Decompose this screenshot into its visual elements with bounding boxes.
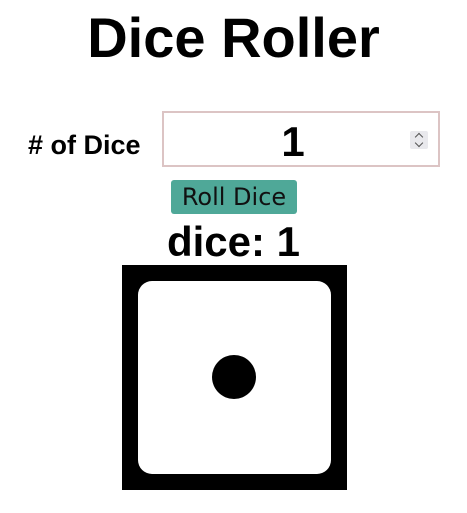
- chevron-down-icon[interactable]: [414, 138, 424, 148]
- number-spinner[interactable]: [410, 131, 428, 149]
- dice-result-text: dice: 1: [166, 218, 301, 265]
- die-one: [122, 265, 347, 490]
- dice-count-row: # of Dice 1: [0, 111, 467, 167]
- roll-dice-button[interactable]: Roll Dice: [171, 180, 297, 214]
- dice-count-label: # of Dice: [28, 130, 141, 160]
- page-title: Dice Roller: [87, 6, 380, 69]
- die-face: [138, 281, 331, 474]
- die-pip: [212, 355, 256, 399]
- dice-count-value: 1: [281, 118, 305, 165]
- dice-roller-page: Dice Roller # of Dice 1 Roll Dice dice: …: [0, 0, 467, 513]
- dice-count-input[interactable]: 1: [162, 111, 440, 167]
